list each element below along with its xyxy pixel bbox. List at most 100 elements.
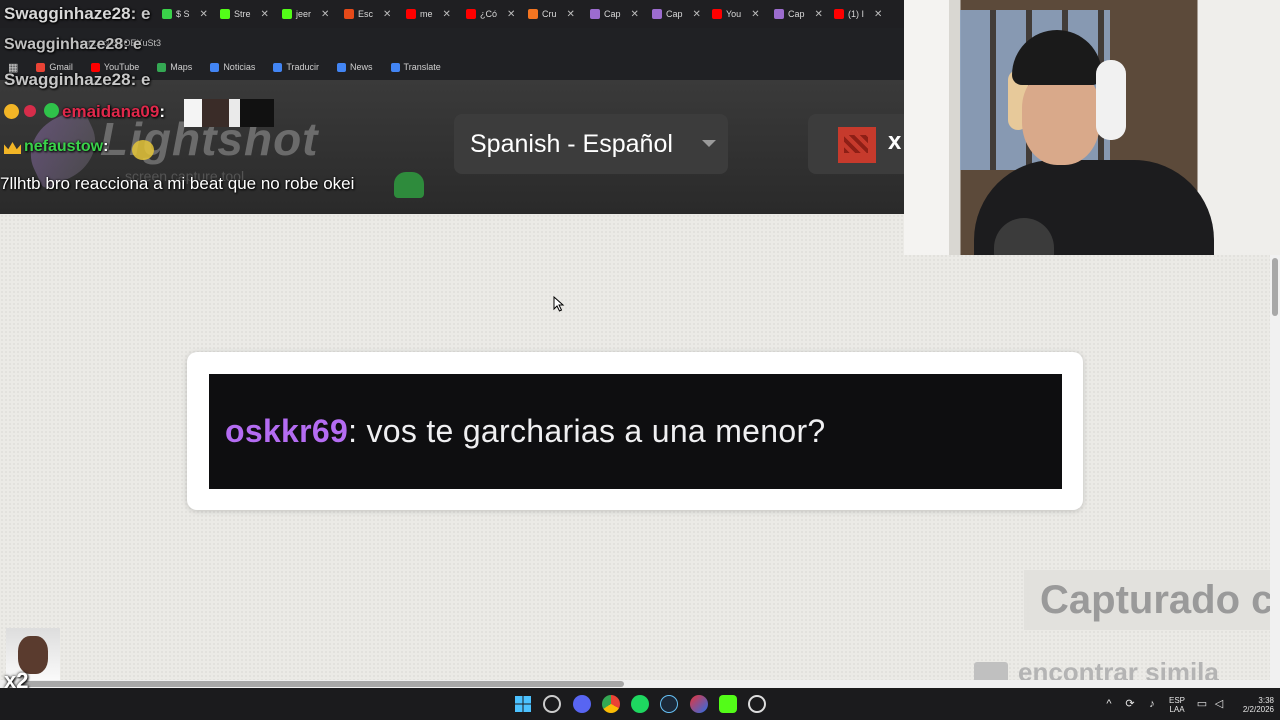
webcam-headphones bbox=[1096, 60, 1126, 140]
clock[interactable]: 3:38 2/2/2026 bbox=[1228, 696, 1274, 714]
browser-tab[interactable]: ¿Có ✕ bbox=[466, 4, 515, 24]
close-tab-icon[interactable]: ✕ bbox=[321, 9, 329, 20]
screenshot-image[interactable]: oskkr69: vos te garcharias a una menor? bbox=[209, 374, 1062, 489]
vertical-scrollbar-thumb[interactable] bbox=[1272, 258, 1278, 316]
find-similar-text: encontrar simila bbox=[1018, 657, 1219, 681]
chat-emote bbox=[394, 172, 424, 198]
close-tab-icon[interactable]: ✕ bbox=[261, 9, 269, 20]
chat-message: nefaustow: bbox=[4, 138, 108, 156]
app-icon[interactable] bbox=[690, 695, 708, 713]
address-bar[interactable]: prnt.sc/l6aiOEXuSt3 bbox=[80, 34, 680, 52]
close-tab-icon[interactable]: ✕ bbox=[815, 9, 823, 20]
translate-icon bbox=[273, 62, 283, 72]
vertical-scrollbar[interactable] bbox=[1270, 255, 1280, 680]
bookmark-label: Traducir bbox=[286, 62, 320, 72]
close-tab-icon[interactable]: ✕ bbox=[631, 9, 639, 20]
bookmark-label: News bbox=[350, 62, 373, 72]
media-player-icon[interactable] bbox=[748, 695, 766, 713]
browser-tab[interactable]: Cap ✕ bbox=[652, 4, 701, 24]
chat-message: emaidana09: bbox=[4, 102, 165, 122]
network-icon[interactable]: ▭ bbox=[1196, 698, 1208, 710]
browser-tab[interactable]: You ✕ bbox=[712, 4, 760, 24]
close-tab-icon[interactable]: ✕ bbox=[383, 9, 391, 20]
tab-label: Cap bbox=[604, 9, 621, 19]
tab-favicon bbox=[406, 9, 416, 19]
chrome-icon[interactable] bbox=[602, 695, 620, 713]
chat-username: Swagginhaze28 bbox=[4, 4, 131, 23]
chat-image-emote bbox=[184, 99, 274, 127]
lang-code: ESP bbox=[1168, 696, 1185, 705]
news-icon bbox=[337, 62, 347, 72]
close-tab-icon[interactable]: ✕ bbox=[443, 9, 451, 20]
browser-tab[interactable]: me ✕ bbox=[406, 4, 451, 24]
bookmark-translate[interactable]: Translate bbox=[390, 62, 441, 72]
bookmark-label: Noticias bbox=[223, 62, 256, 72]
windows-start-icon[interactable] bbox=[514, 695, 532, 713]
tab-favicon bbox=[652, 9, 662, 19]
browser-tab[interactable]: $ S ✕ bbox=[162, 4, 208, 24]
captured-with-label: Capturado c bbox=[1024, 570, 1280, 630]
news-icon bbox=[210, 62, 220, 72]
tab-label: (1) I bbox=[848, 9, 865, 19]
horizontal-scrollbar-thumb[interactable] bbox=[20, 681, 624, 687]
chat-emote bbox=[132, 140, 154, 160]
webcam-feed bbox=[904, 0, 1280, 255]
browser-tab[interactable]: jeer ✕ bbox=[282, 4, 329, 24]
tab-favicon bbox=[220, 9, 230, 19]
close-tab-icon[interactable]: ✕ bbox=[567, 9, 575, 20]
close-tab-icon[interactable]: ✕ bbox=[693, 9, 701, 20]
chat-text: : bbox=[103, 138, 109, 155]
lang-layout: LAA bbox=[1169, 705, 1185, 714]
browser-tab[interactable]: (1) I ✕ bbox=[834, 4, 882, 24]
chat-text: : bbox=[159, 102, 166, 121]
close-tab-icon[interactable]: ✕ bbox=[874, 9, 882, 20]
social-share-icon[interactable] bbox=[838, 127, 876, 163]
bookmark-noticias[interactable]: Noticias bbox=[210, 62, 255, 72]
tab-label: Esc bbox=[358, 9, 374, 19]
translate-icon bbox=[390, 62, 400, 72]
bookmark-label: Translate bbox=[403, 62, 441, 72]
chat-text: : e bbox=[123, 36, 142, 53]
language-select[interactable]: Spanish - Español bbox=[454, 114, 728, 174]
input-language-indicator[interactable]: ESP LAA bbox=[1166, 696, 1188, 714]
close-tab-icon[interactable]: ✕ bbox=[507, 9, 515, 20]
tab-label: Stre bbox=[234, 9, 251, 19]
sync-icon[interactable]: ⟳ bbox=[1124, 698, 1136, 710]
steam-icon[interactable] bbox=[660, 695, 678, 713]
chat-text: : e bbox=[130, 4, 151, 23]
tab-favicon bbox=[282, 9, 292, 19]
chat-username: emaidana09 bbox=[62, 102, 160, 121]
kick-icon[interactable] bbox=[719, 695, 737, 713]
chat-text: 7llhtb bro reacciona a mi beat que no ro… bbox=[0, 174, 355, 193]
tab-label: me bbox=[420, 9, 433, 19]
browser-tab[interactable]: Cru ✕ bbox=[528, 4, 575, 24]
captured-text: Capturado c bbox=[1040, 577, 1274, 622]
find-similar-link[interactable]: encontrar simila bbox=[974, 657, 1280, 681]
chevron-up-icon[interactable]: ^ bbox=[1103, 698, 1115, 710]
browser-tab[interactable]: Cap ✕ bbox=[774, 4, 823, 24]
close-tab-icon[interactable]: ✕ bbox=[200, 9, 208, 20]
volume-icon[interactable]: ◁ bbox=[1213, 698, 1225, 710]
bookmark-news[interactable]: News bbox=[337, 62, 373, 72]
bookmark-maps[interactable]: Maps bbox=[157, 62, 192, 72]
browser-tab[interactable]: Cap ✕ bbox=[590, 4, 639, 24]
close-button[interactable]: x bbox=[888, 128, 901, 156]
chat-username: Swagginhaze28 bbox=[4, 36, 124, 53]
browser-tab[interactable]: Esc ✕ bbox=[344, 4, 391, 24]
tab-label: jeer bbox=[296, 9, 312, 19]
chat-username: Swagginhaze28 bbox=[4, 70, 131, 89]
browser-tab[interactable]: Stre ✕ bbox=[220, 4, 269, 24]
discord-icon[interactable] bbox=[573, 695, 591, 713]
tab-favicon bbox=[590, 9, 600, 19]
chat-message: Swagginhaze28: e bbox=[4, 4, 150, 24]
close-tab-icon[interactable]: ✕ bbox=[751, 9, 759, 20]
tab-label: $ S bbox=[176, 9, 190, 19]
bookmark-traducir[interactable]: Traducir bbox=[273, 62, 319, 72]
bookmark-label: Maps bbox=[170, 62, 193, 72]
microphone-icon[interactable]: ♪ bbox=[1146, 698, 1158, 710]
tab-favicon bbox=[834, 9, 844, 19]
chevron-down-icon bbox=[702, 140, 716, 147]
clock-date: 2/2/2026 bbox=[1242, 705, 1274, 714]
obs-icon[interactable] bbox=[543, 695, 561, 713]
spotify-icon[interactable] bbox=[631, 695, 649, 713]
